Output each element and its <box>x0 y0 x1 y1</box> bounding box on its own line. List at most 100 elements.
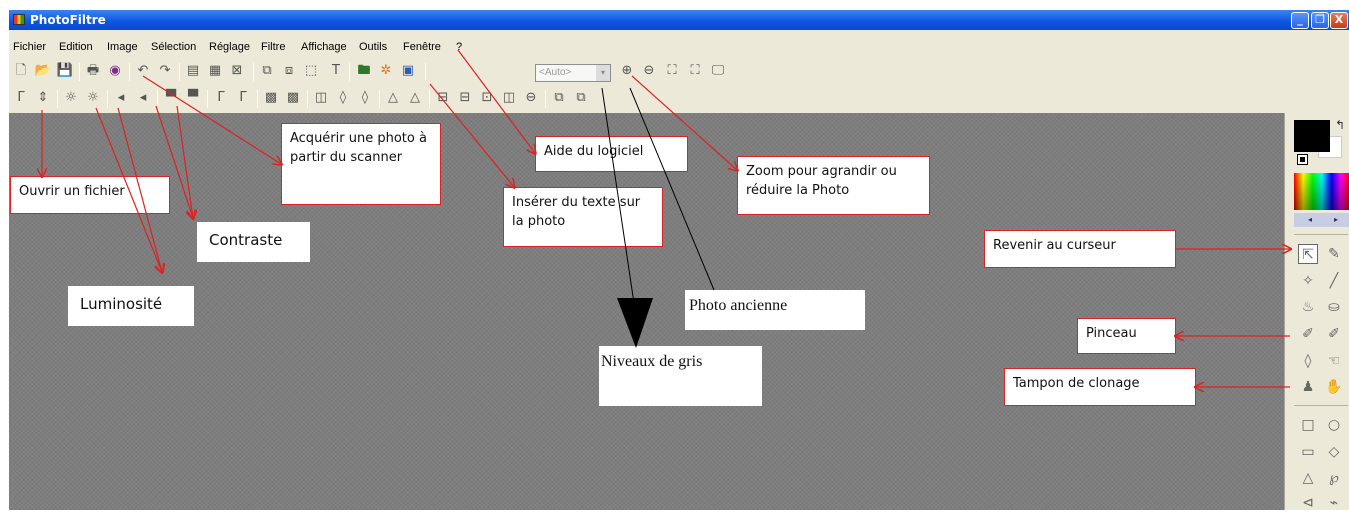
color-spectrum[interactable] <box>1294 173 1349 210</box>
contour-icon[interactable]: △ <box>406 89 424 107</box>
fit-window-icon[interactable]: ⛶ <box>663 62 681 80</box>
diamond-shape-icon[interactable]: ◇ <box>1324 442 1344 462</box>
rounded-rect-shape-icon[interactable]: ▭ <box>1298 442 1318 462</box>
main-toolbar: 🗋 📂 💾 🖶 ◉ ↶ ↷ ▤ ▦ ⊠ ⧉ ⧈ ⬚ T 🖿 ✲ ▣ <Auto>… <box>9 60 1283 84</box>
menu-fichier[interactable]: Fichier <box>13 41 46 53</box>
old-photo-icon[interactable]: ▩ <box>284 89 302 107</box>
copy-icon[interactable]: ⧉ <box>258 62 276 80</box>
grayscale-icon[interactable]: ▩ <box>262 89 280 107</box>
title-bar: PhotoFiltre _ ❐ X <box>9 10 1349 30</box>
line-tool-icon[interactable]: ╱ <box>1324 271 1344 291</box>
zoom-in-icon[interactable]: ⊕ <box>618 62 636 80</box>
menu-affichage[interactable]: Affichage <box>301 41 347 53</box>
tool-panel: ↰ ◂ ▸ ⇱ ✎ ✧ ╱ ♨ ⛀ ✐ ✐ ◊ ☜ ♟ ✋ □ ○ ▭ ◇ △ … <box>1284 113 1349 513</box>
eyedropper-tool-icon[interactable]: ✎ <box>1324 244 1344 264</box>
callout-revenir-curseur: Revenir au curseur <box>984 230 1176 268</box>
palette-prev-button[interactable]: ◂ <box>1308 213 1312 227</box>
workspace-area[interactable] <box>9 113 1284 510</box>
callout-zoom: Zoom pour agrandir ou réduire la Photo <box>737 156 930 215</box>
menu-outils[interactable]: Outils <box>359 41 387 53</box>
palette-navigation: ◂ ▸ <box>1294 213 1349 227</box>
finger-tool-icon[interactable]: ☜ <box>1324 351 1344 371</box>
minimize-button[interactable]: _ <box>1291 12 1309 29</box>
saturation-minus-icon[interactable]: ▀ <box>162 89 180 107</box>
frame-icon[interactable]: ⊟ <box>434 89 452 107</box>
duplicate-icon[interactable]: ⧉ <box>572 89 590 107</box>
saturation-plus-icon[interactable]: ▀ <box>184 89 202 107</box>
layer-icon[interactable]: ▤ <box>184 62 202 80</box>
spray-tool-icon[interactable]: ⛀ <box>1324 297 1344 317</box>
swap-colors-icon[interactable]: ↰ <box>1335 118 1345 132</box>
select-icon[interactable]: ⬚ <box>302 62 320 80</box>
callout-contraste: Contraste <box>197 222 310 262</box>
flip-icon[interactable]: ⊟ <box>456 89 474 107</box>
menu-filtre[interactable]: Filtre <box>261 41 285 53</box>
hand-tool-icon[interactable]: ✋ <box>1324 377 1344 397</box>
app-logo-icon <box>13 14 25 25</box>
menu-image[interactable]: Image <box>107 41 138 53</box>
zoom-level-select[interactable]: <Auto> ▾ <box>535 64 611 82</box>
new-file-icon[interactable]: 🗋 <box>12 62 30 80</box>
menu-reglage[interactable]: Réglage <box>209 41 250 53</box>
undo-icon[interactable]: ↶ <box>134 62 152 80</box>
canvas-size-icon[interactable]: ⊠ <box>228 62 246 80</box>
menu-edition[interactable]: Edition <box>59 41 93 53</box>
filter-toolbar: Γ ⇕ ☼ ☼ ◂ ◂ ▀ ▀ Γ Γ ▩ ▩ ◫ ◊ ◊ △ △ ⊟ ⊟ ⊡ … <box>9 87 1283 111</box>
scanner-acquire-icon[interactable]: ◉ <box>106 62 124 80</box>
auto-contrast-icon[interactable]: ⇕ <box>34 89 52 107</box>
foreground-color-swatch[interactable] <box>1294 120 1330 152</box>
triangle-shape-icon[interactable]: △ <box>1298 468 1318 488</box>
save-icon[interactable]: 💾 <box>56 62 74 80</box>
gamma-plus-icon[interactable]: Γ <box>234 89 252 107</box>
advanced-brush-tool-icon[interactable]: ✐ <box>1324 324 1344 344</box>
redo-icon[interactable]: ↷ <box>156 62 174 80</box>
lasso-shape-icon[interactable]: ℘ <box>1324 468 1344 488</box>
transform-icon[interactable]: ⧉ <box>550 89 568 107</box>
paste-icon[interactable]: ⧈ <box>280 62 298 80</box>
ellipse-shape-icon[interactable]: ○ <box>1324 415 1344 435</box>
print-icon[interactable]: 🖶 <box>84 62 102 80</box>
contrast-minus-icon[interactable]: ◂ <box>112 89 130 107</box>
explorer-icon[interactable]: 🖿 <box>355 62 373 80</box>
palette-next-button[interactable]: ▸ <box>1334 213 1338 227</box>
close-button[interactable]: X <box>1330 12 1348 29</box>
open-file-icon[interactable]: 📂 <box>34 62 52 80</box>
menu-fenetre[interactable]: Fenêtre <box>403 41 441 53</box>
zoom-out-icon[interactable]: ⊖ <box>640 62 658 80</box>
rotate-icon[interactable]: ⊡ <box>478 89 496 107</box>
crop-icon[interactable]: ⊖ <box>522 89 540 107</box>
fullscreen-icon[interactable]: 🖵 <box>709 62 727 80</box>
chevron-down-icon: ▾ <box>596 65 610 81</box>
bezier-shape-icon[interactable]: ⌁ <box>1324 493 1344 513</box>
mirror-icon[interactable]: ◫ <box>500 89 518 107</box>
blur-tool-icon[interactable]: ◊ <box>1298 351 1318 371</box>
reset-colors-icon[interactable] <box>1297 154 1308 165</box>
callout-ouvrir-fichier: Ouvrir un fichier <box>10 176 170 214</box>
fill-tool-icon[interactable]: ♨ <box>1298 297 1318 317</box>
pointer-tool-icon[interactable]: ⇱ <box>1298 244 1318 264</box>
window-icon[interactable]: ▣ <box>399 62 417 80</box>
blur-icon[interactable]: ◫ <box>312 89 330 107</box>
brightness-minus-icon[interactable]: ☼ <box>62 89 80 107</box>
clone-stamp-tool-icon[interactable]: ♟ <box>1298 377 1318 397</box>
gamma-minus-icon[interactable]: Γ <box>212 89 230 107</box>
emboss-icon[interactable]: △ <box>384 89 402 107</box>
rectangle-shape-icon[interactable]: □ <box>1298 415 1318 435</box>
actual-size-icon[interactable]: ⛶ <box>686 62 704 80</box>
sharpen-icon[interactable]: ◊ <box>356 89 374 107</box>
soften-icon[interactable]: ◊ <box>334 89 352 107</box>
callout-aide-logiciel: Aide du logiciel <box>535 136 688 172</box>
image-size-icon[interactable]: ▦ <box>206 62 224 80</box>
text-tool-icon[interactable]: T <box>327 62 345 80</box>
contrast-plus-icon[interactable]: ◂ <box>134 89 152 107</box>
auto-levels-icon[interactable]: Γ <box>12 89 30 107</box>
brightness-plus-icon[interactable]: ☼ <box>84 89 102 107</box>
menu-help[interactable]: ? <box>456 41 462 53</box>
menu-selection[interactable]: Sélection <box>151 41 196 53</box>
brush-tool-icon[interactable]: ✐ <box>1298 324 1318 344</box>
magic-wand-tool-icon[interactable]: ✧ <box>1298 271 1318 291</box>
polygon-shape-icon[interactable]: ⊲ <box>1298 493 1318 513</box>
maximize-button[interactable]: ❐ <box>1311 12 1329 29</box>
callout-luminosite: Luminosité <box>68 286 194 326</box>
help-icon[interactable]: ✲ <box>377 62 395 80</box>
